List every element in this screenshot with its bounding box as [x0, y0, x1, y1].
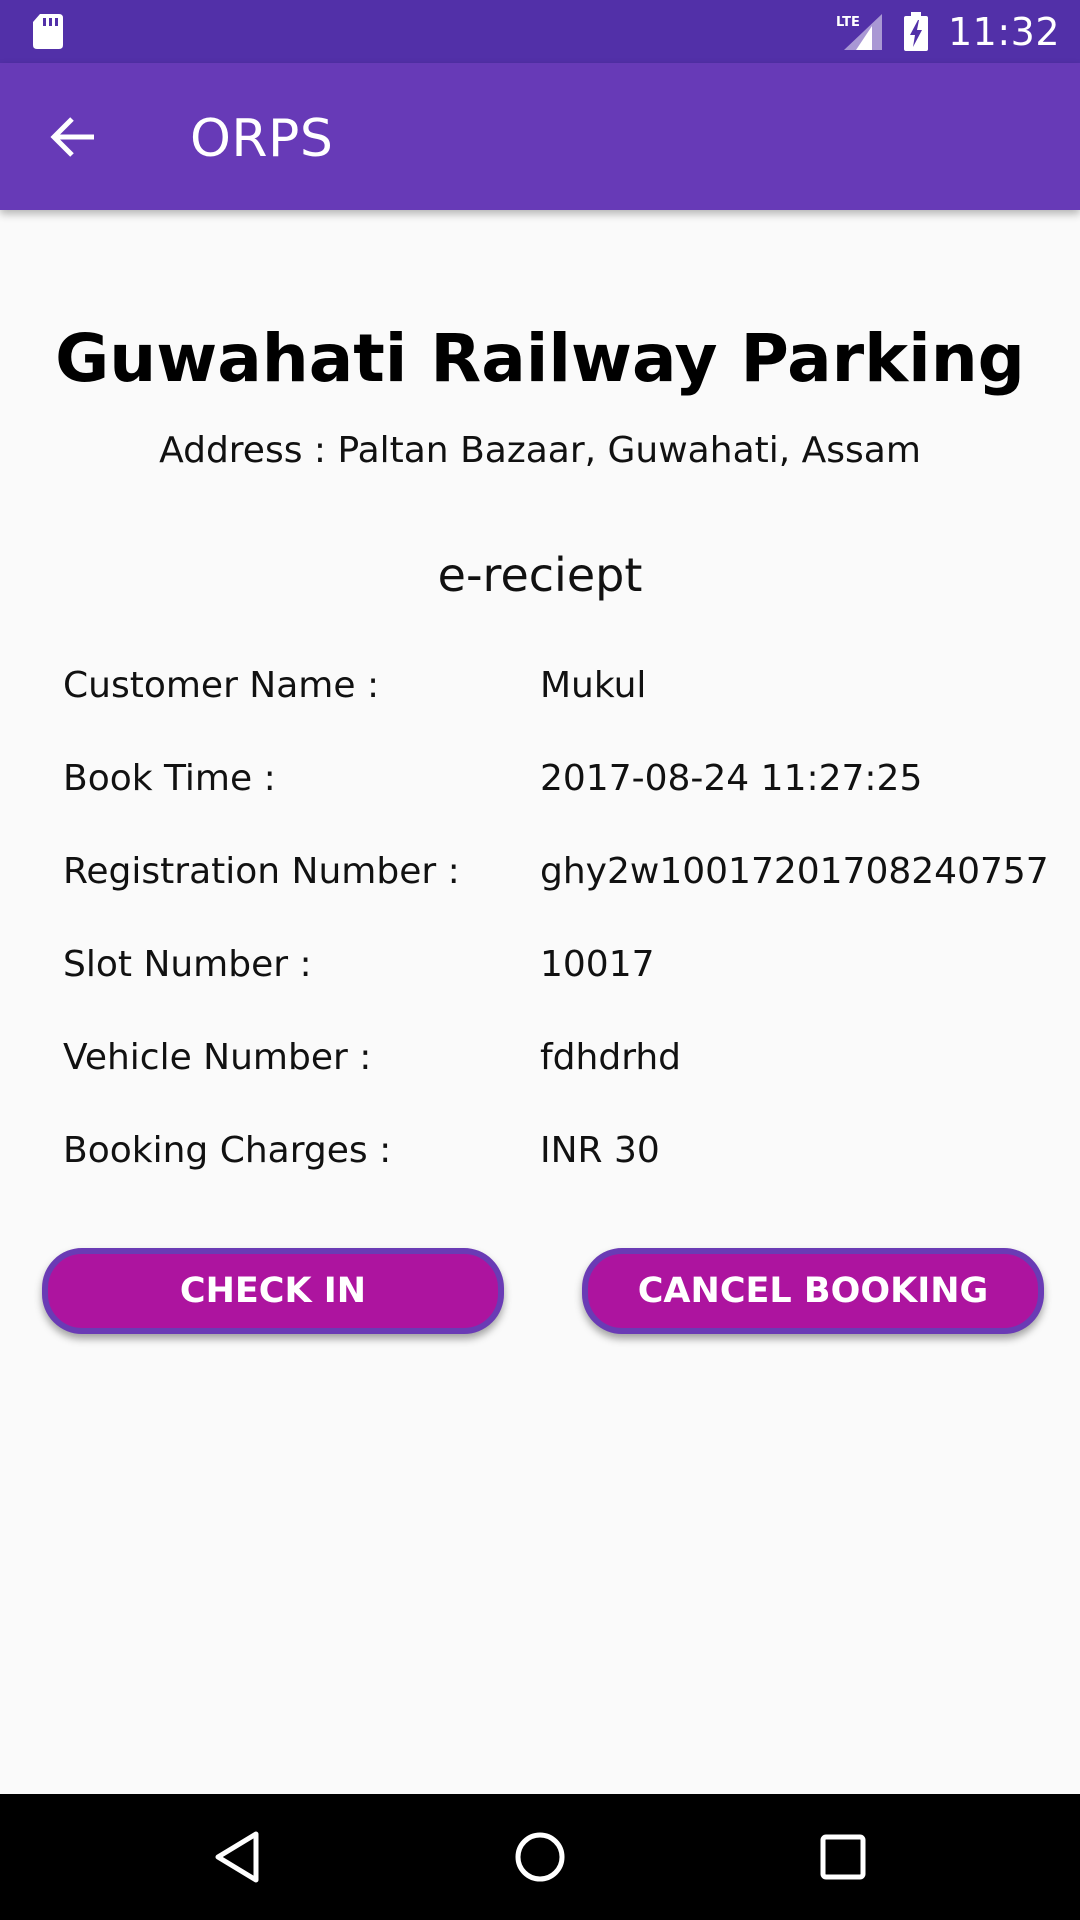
nav-back-button[interactable]	[202, 1822, 272, 1892]
detail-value: INR 30	[540, 1130, 660, 1171]
detail-label: Booking Charges :	[63, 1130, 392, 1171]
recents-square-icon	[820, 1834, 866, 1880]
lte-label: LTE	[836, 15, 860, 30]
status-clock: 11:32	[947, 9, 1060, 54]
detail-value: fdhdrhd	[540, 1037, 682, 1078]
detail-row-book-time: Book Time : 2017-08-24 11:27:25	[0, 758, 1080, 818]
detail-label: Registration Number :	[63, 851, 460, 892]
cancel-booking-button[interactable]: CANCEL BOOKING	[582, 1248, 1044, 1334]
detail-row-booking-charges: Booking Charges : INR 30	[0, 1130, 1080, 1190]
nav-recents-button[interactable]	[808, 1822, 878, 1892]
detail-label: Book Time :	[63, 758, 276, 799]
check-in-button[interactable]: CHECK IN	[42, 1248, 504, 1334]
detail-value: 10017	[540, 944, 655, 985]
back-button[interactable]	[40, 111, 106, 163]
back-triangle-icon	[215, 1831, 259, 1883]
lte-signal-icon: LTE	[836, 13, 882, 50]
detail-value: Mukul	[540, 665, 647, 706]
detail-row-customer-name: Customer Name : Mukul	[0, 665, 1080, 725]
home-circle-icon	[515, 1832, 565, 1882]
navigation-bar	[0, 1794, 1080, 1920]
receipt-screen: Guwahati Railway Parking Address : Palta…	[0, 210, 1080, 1794]
detail-value: 2017-08-24 11:27:25	[540, 758, 923, 799]
battery-charging-icon	[903, 11, 928, 51]
app-title: ORPS	[190, 109, 334, 169]
receipt-heading: e-reciept	[437, 548, 643, 602]
status-bar: LTE 11:32	[0, 0, 1080, 63]
detail-label: Vehicle Number :	[63, 1037, 372, 1078]
detail-value: ghy2w10017201708240757	[540, 851, 1049, 892]
parking-name: Guwahati Railway Parking	[55, 320, 1025, 397]
sd-card-icon	[33, 14, 63, 49]
detail-row-slot-number: Slot Number : 10017	[0, 944, 1080, 1004]
nav-home-button[interactable]	[505, 1822, 575, 1892]
detail-label: Customer Name :	[63, 665, 380, 706]
arrow-back-icon	[50, 117, 94, 157]
detail-label: Slot Number :	[63, 944, 312, 985]
detail-row-registration-number: Registration Number : ghy2w1001720170824…	[0, 851, 1080, 911]
detail-row-vehicle-number: Vehicle Number : fdhdrhd	[0, 1037, 1080, 1097]
parking-address: Address : Paltan Bazaar, Guwahati, Assam	[159, 430, 921, 471]
app-bar: ORPS	[0, 63, 1080, 210]
